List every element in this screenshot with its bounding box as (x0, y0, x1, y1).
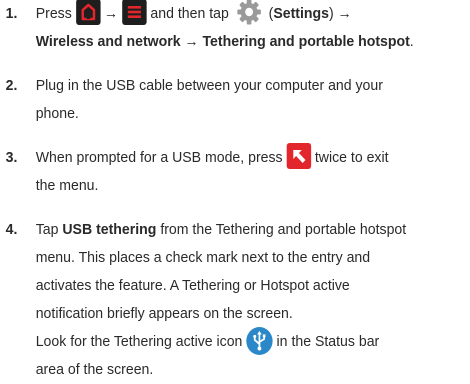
usb-tethering-icon (246, 327, 273, 356)
step-text-bold: Settings (273, 5, 329, 22)
step-text: activates the feature. A Tethering or Ho… (35, 277, 350, 294)
step-text-bold: Wireless and network → Tethering and por… (35, 33, 410, 50)
step-text: and then tap (150, 5, 229, 22)
step-text: When prompted for a USB mode, press (35, 149, 283, 166)
menu-icon (122, 0, 147, 26)
step-text: Plug in the USB cable between your compu… (35, 77, 383, 94)
step-text: area of the screen. (35, 361, 154, 378)
step-text: Press (35, 5, 72, 22)
step-number: 4. (5, 221, 18, 238)
step-text: notification briefly appears on the scre… (35, 305, 293, 322)
instructions: 1. Press → and then tap (Settings) → Wir… (0, 0, 470, 384)
step-text: in the Status bar (276, 333, 380, 350)
step-text: from the Tethering and portable hotspot (160, 221, 407, 238)
step-text: twice to exit (314, 149, 389, 166)
step-number: 2. (5, 77, 18, 94)
back-arrow-icon (286, 143, 311, 170)
step-text: Tap (35, 221, 59, 238)
step-text: → (104, 5, 119, 22)
step-text: ) → (328, 5, 352, 22)
step-text: Look for the Tethering active icon (35, 333, 243, 350)
home-icon (75, 0, 101, 26)
settings-gear-icon (233, 0, 265, 26)
step-number: 1. (5, 5, 18, 22)
step-text: phone. (35, 105, 79, 122)
step-number: 3. (5, 149, 18, 166)
step-text: menu. This places a check mark next to t… (35, 249, 371, 266)
step-text: the menu. (35, 177, 99, 194)
step-text-bold: USB tethering (62, 221, 157, 238)
step-text: . (409, 33, 414, 50)
